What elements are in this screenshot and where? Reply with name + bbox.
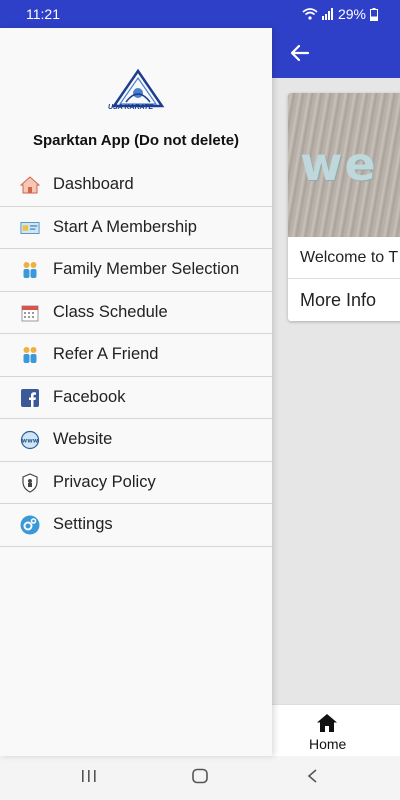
home-nav-icon[interactable] bbox=[316, 713, 338, 733]
people-icon bbox=[20, 345, 40, 365]
signal-icon bbox=[321, 8, 333, 20]
main-content: we Welcome to T More Info bbox=[272, 78, 400, 704]
membership-card-icon bbox=[20, 218, 40, 238]
logo-text: USA KARATE bbox=[108, 104, 154, 111]
card-divider bbox=[288, 278, 400, 279]
card-image: we bbox=[288, 93, 400, 237]
menu-item-class-schedule[interactable]: Class Schedule bbox=[0, 292, 272, 334]
status-icons: 29% bbox=[302, 6, 378, 22]
status-bar: 11:21 29% bbox=[0, 0, 400, 28]
shield-icon bbox=[20, 472, 40, 493]
menu-item-website[interactable]: www Website bbox=[0, 419, 272, 462]
menu-item-family-member-selection[interactable]: Family Member Selection bbox=[0, 249, 272, 292]
menu-item-label: Family Member Selection bbox=[53, 260, 240, 278]
www-icon: www bbox=[20, 430, 40, 450]
gears-icon bbox=[20, 515, 40, 535]
menu-item-label: Dashboard bbox=[53, 175, 134, 193]
app-bar bbox=[272, 28, 400, 78]
facebook-icon bbox=[20, 388, 40, 408]
menu-item-label: Website bbox=[53, 430, 113, 448]
battery-percent: 29% bbox=[337, 6, 366, 22]
calendar-icon bbox=[20, 303, 40, 323]
home-nav-label[interactable]: Home bbox=[309, 736, 346, 752]
card-image-text: we bbox=[300, 137, 378, 191]
menu-item-start-membership[interactable]: Start A Membership bbox=[0, 207, 272, 249]
home-button-icon[interactable] bbox=[191, 768, 209, 784]
menu-item-label: Settings bbox=[53, 515, 113, 533]
menu-item-label: Start A Membership bbox=[53, 217, 197, 236]
back-button-icon[interactable] bbox=[304, 768, 322, 784]
menu-item-label: Refer A Friend bbox=[53, 345, 159, 363]
menu-item-settings[interactable]: Settings bbox=[0, 504, 272, 547]
menu-item-label: Privacy Policy bbox=[53, 472, 156, 491]
system-nav-bar bbox=[0, 756, 400, 800]
drawer-title: Sparktan App (Do not delete) bbox=[32, 132, 240, 149]
menu-item-facebook[interactable]: Facebook bbox=[0, 377, 272, 419]
battery-icon bbox=[370, 7, 378, 21]
menu-item-label: Facebook bbox=[53, 387, 126, 406]
navigation-drawer: USA KARATE Sparktan App (Do not delete) … bbox=[0, 28, 272, 756]
back-arrow-icon[interactable] bbox=[288, 42, 310, 64]
menu-item-privacy-policy[interactable]: Privacy Policy bbox=[0, 462, 272, 504]
menu-item-label: Class Schedule bbox=[53, 302, 168, 321]
bottom-nav: Home bbox=[272, 704, 400, 756]
welcome-card[interactable]: we Welcome to T More Info bbox=[288, 93, 400, 321]
more-info-button[interactable]: More Info bbox=[300, 290, 376, 311]
drawer-menu: Dashboard Start A Membership Family Memb… bbox=[0, 164, 272, 547]
menu-item-refer-a-friend[interactable]: Refer A Friend bbox=[0, 334, 272, 377]
status-time: 11:21 bbox=[26, 6, 60, 22]
home-icon bbox=[20, 175, 40, 195]
menu-item-dashboard[interactable]: Dashboard bbox=[0, 164, 272, 207]
svg-text:www: www bbox=[22, 438, 39, 445]
wifi-icon bbox=[302, 8, 318, 20]
family-icon bbox=[20, 260, 40, 280]
card-title: Welcome to T bbox=[300, 249, 399, 266]
recent-apps-icon[interactable] bbox=[80, 768, 98, 784]
